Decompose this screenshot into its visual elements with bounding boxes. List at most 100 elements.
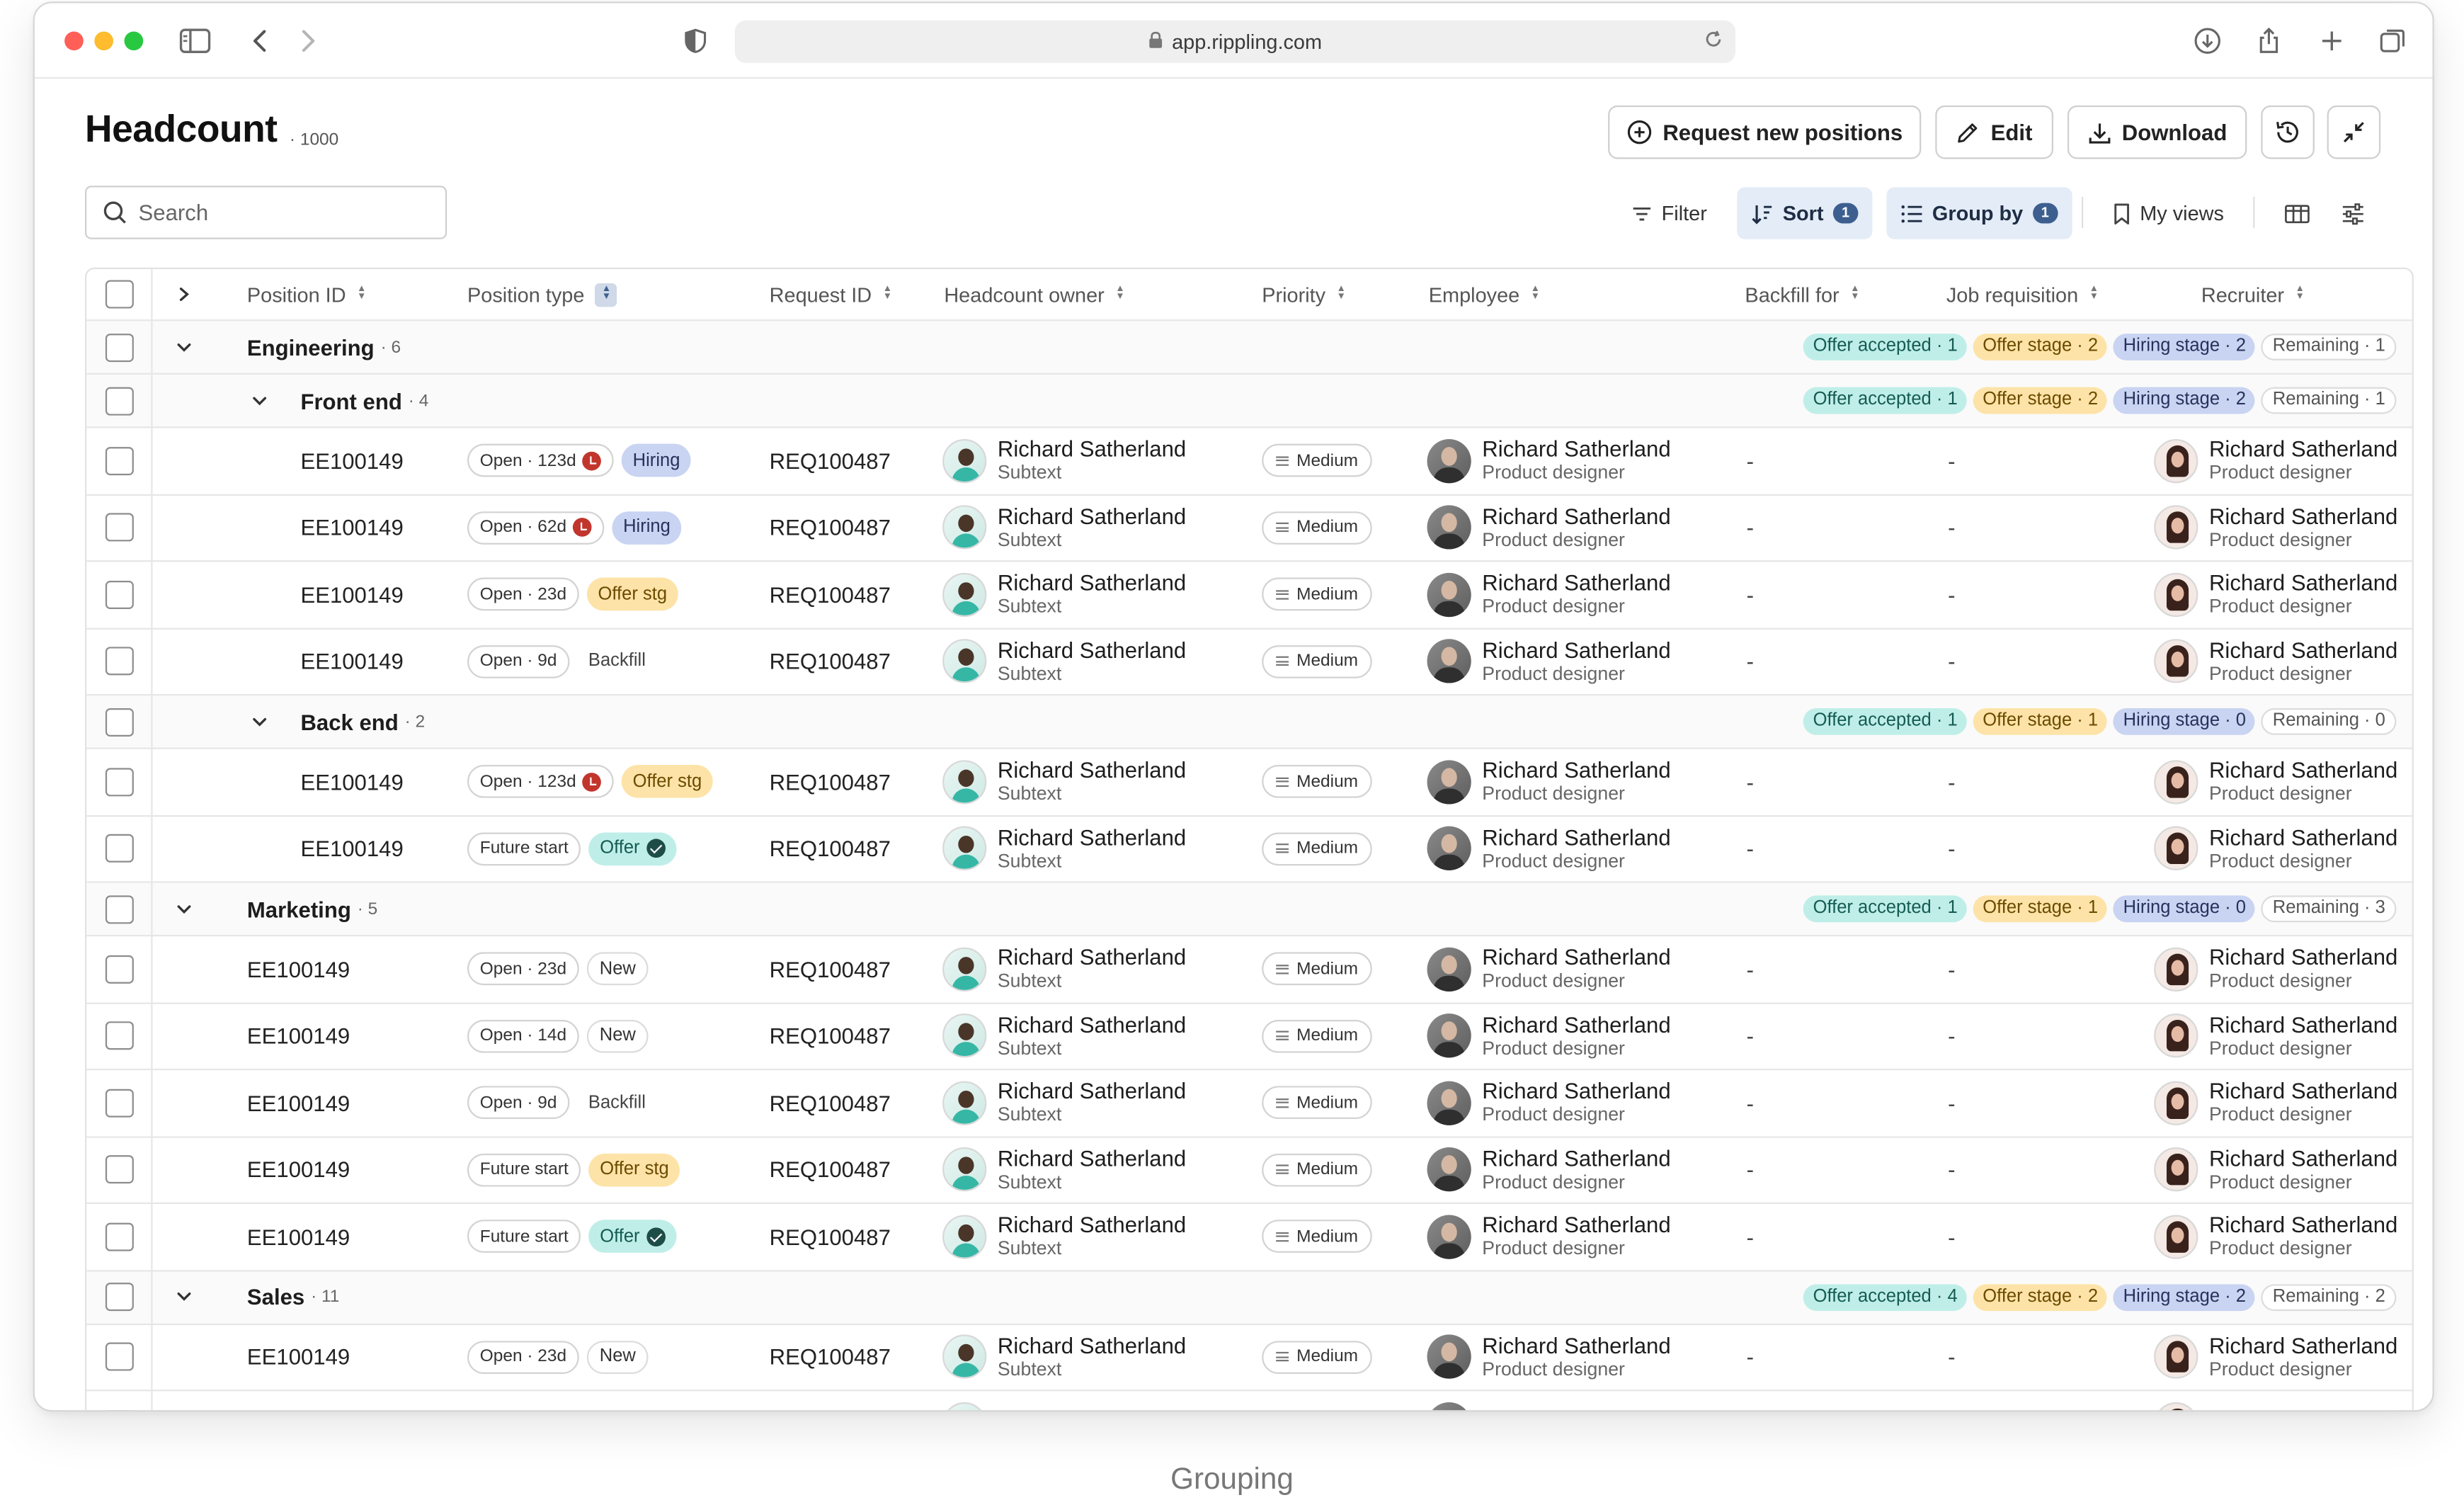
new-tab-icon[interactable] — [2316, 25, 2347, 57]
row-checkbox[interactable] — [104, 767, 133, 796]
close-window-button[interactable] — [64, 31, 84, 51]
sort-button[interactable]: Sort 1 — [1737, 187, 1873, 239]
row-checkbox[interactable] — [104, 513, 133, 542]
sidebar-toggle-icon[interactable] — [179, 25, 211, 57]
search-input[interactable] — [138, 200, 406, 225]
forward-icon[interactable] — [292, 25, 324, 57]
headcount-owner[interactable]: Richard Satherland Subtext — [942, 436, 1186, 485]
headcount-owner[interactable]: Richard Satherland Subtext — [942, 1145, 1186, 1194]
employee[interactable]: Richard Satherland Product designer — [1427, 570, 1671, 619]
reload-icon[interactable] — [1704, 30, 1723, 53]
employee[interactable]: Richard Satherland Product designer — [1427, 637, 1671, 686]
row-checkbox[interactable] — [104, 1343, 133, 1372]
headcount-owner[interactable]: Richard Satherland Subtext — [942, 757, 1186, 806]
employee[interactable]: Richard Satherland Product designer — [1427, 1333, 1671, 1382]
group-by-button[interactable]: Group by 1 — [1886, 187, 2072, 239]
recruiter[interactable]: Richard Satherland Product designer — [2154, 570, 2397, 619]
history-button[interactable] — [2261, 105, 2315, 159]
recruiter[interactable]: Richard Satherland Product designer — [2154, 504, 2397, 552]
back-icon[interactable] — [244, 25, 275, 57]
minimize-window-button[interactable] — [94, 31, 113, 51]
headcount-owner[interactable]: Richard Satherland Subtext — [942, 945, 1186, 994]
employee[interactable]: Richard Satherland Product designer — [1427, 504, 1671, 552]
expand-all-toggle[interactable] — [153, 269, 216, 319]
share-icon[interactable] — [2253, 25, 2284, 57]
column-header-backfill-for[interactable]: Backfill for ▲ ▼ — [1745, 269, 1859, 319]
recruiter[interactable]: Richard Satherland Product designer — [2154, 436, 2397, 485]
request-new-positions-button[interactable]: Request new positions — [1608, 105, 1922, 159]
employee[interactable]: Richard Satherland Product designer — [1427, 1079, 1671, 1127]
column-header-employee[interactable]: Employee ▲ ▼ — [1429, 269, 1540, 319]
column-header-request-id[interactable]: Request ID ▲ ▼ — [770, 269, 892, 319]
group-expand-toggle[interactable] — [228, 375, 291, 426]
employee[interactable]: Richard Satherland Product designer — [1427, 1212, 1671, 1261]
my-views-button[interactable]: My views — [2099, 187, 2238, 239]
row-checkbox[interactable] — [104, 580, 133, 609]
address-bar[interactable]: app.rippling.com — [734, 20, 1736, 63]
download-button[interactable]: Download — [2067, 105, 2247, 159]
column-header-recruiter[interactable]: Recruiter ▲ ▼ — [2201, 269, 2305, 319]
headcount-owner[interactable]: Richard Satherland — [942, 1402, 1186, 1411]
row-checkbox[interactable] — [104, 707, 133, 736]
row-checkbox[interactable] — [104, 955, 133, 984]
employee[interactable]: Richard Satherland Product designer — [1427, 824, 1671, 873]
headcount-owner[interactable]: Richard Satherland Subtext — [942, 1079, 1186, 1127]
row-checkbox[interactable] — [104, 1021, 133, 1050]
employee[interactable]: Richard Satherland — [1427, 1402, 1671, 1411]
row-checkbox[interactable] — [104, 647, 133, 676]
headcount-owner[interactable]: Richard Satherland Subtext — [942, 824, 1186, 873]
group-expand-toggle[interactable] — [153, 1271, 216, 1322]
employee[interactable]: Richard Satherland Product designer — [1427, 436, 1671, 485]
recruiter[interactable]: Richard Satherland Product designer — [2154, 757, 2397, 806]
column-header-position-id[interactable]: Position ID ▲ ▼ — [247, 269, 367, 319]
row-checkbox[interactable] — [104, 1283, 133, 1312]
settings-button[interactable] — [2327, 187, 2379, 239]
row-checkbox[interactable] — [104, 1409, 133, 1411]
headcount-owner[interactable]: Richard Satherland Subtext — [942, 1212, 1186, 1261]
row-checkbox[interactable] — [104, 1222, 133, 1251]
recruiter[interactable]: Richard Satherland Product designer — [2154, 1333, 2397, 1382]
row-checkbox[interactable] — [104, 1155, 133, 1184]
recruiter[interactable]: Richard Satherland Product designer — [2154, 1145, 2397, 1194]
row-checkbox[interactable] — [104, 332, 133, 361]
row-checkbox[interactable] — [104, 386, 133, 415]
edit-button[interactable]: Edit — [1935, 105, 2053, 159]
group-expand-toggle[interactable] — [153, 321, 216, 373]
privacy-shield-icon[interactable] — [680, 25, 711, 57]
position-id-cell: EE100149 — [247, 1137, 350, 1203]
column-header-job-requisition[interactable]: Job requisition ▲ ▼ — [1946, 269, 2099, 319]
employee[interactable]: Richard Satherland Product designer — [1427, 945, 1671, 994]
employee[interactable]: Richard Satherland Product designer — [1427, 1011, 1671, 1060]
column-layout-button[interactable] — [2271, 187, 2325, 239]
recruiter[interactable]: Richard Satherland Product designer — [2154, 945, 2397, 994]
employee[interactable]: Richard Satherland Product designer — [1427, 1145, 1671, 1194]
recruiter[interactable]: Richard Satherland Product designer — [2154, 1011, 2397, 1060]
recruiter[interactable]: Richard Satherland — [2154, 1402, 2397, 1411]
headcount-owner[interactable]: Richard Satherland Subtext — [942, 570, 1186, 619]
row-checkbox[interactable] — [104, 834, 133, 863]
recruiter[interactable]: Richard Satherland Product designer — [2154, 824, 2397, 873]
row-checkbox[interactable] — [104, 1089, 133, 1118]
recruiter[interactable]: Richard Satherland Product designer — [2154, 637, 2397, 686]
select-all-checkbox[interactable] — [104, 280, 133, 309]
download-icon[interactable] — [2192, 25, 2223, 57]
headcount-owner[interactable]: Richard Satherland Subtext — [942, 1011, 1186, 1060]
row-checkbox[interactable] — [104, 446, 133, 475]
search-field[interactable] — [84, 186, 447, 239]
zoom-window-button[interactable] — [124, 31, 144, 51]
row-checkbox[interactable] — [104, 894, 133, 924]
headcount-owner[interactable]: Richard Satherland Subtext — [942, 1333, 1186, 1382]
group-expand-toggle[interactable] — [228, 695, 291, 747]
recruiter[interactable]: Richard Satherland Product designer — [2154, 1079, 2397, 1127]
group-expand-toggle[interactable] — [153, 883, 216, 935]
headcount-owner[interactable]: Richard Satherland Subtext — [942, 504, 1186, 552]
column-header-headcount-owner[interactable]: Headcount owner ▲ ▼ — [944, 269, 1124, 319]
filter-button[interactable]: Filter — [1617, 187, 1721, 239]
collapse-button[interactable] — [2327, 105, 2381, 159]
recruiter[interactable]: Richard Satherland Product designer — [2154, 1212, 2397, 1261]
column-header-priority[interactable]: Priority ▲ ▼ — [1262, 269, 1346, 319]
tab-overview-icon[interactable] — [2378, 25, 2409, 57]
column-header-position-type[interactable]: Position type ▲ ▼ — [467, 269, 618, 319]
employee[interactable]: Richard Satherland Product designer — [1427, 757, 1671, 806]
headcount-owner[interactable]: Richard Satherland Subtext — [942, 637, 1186, 686]
